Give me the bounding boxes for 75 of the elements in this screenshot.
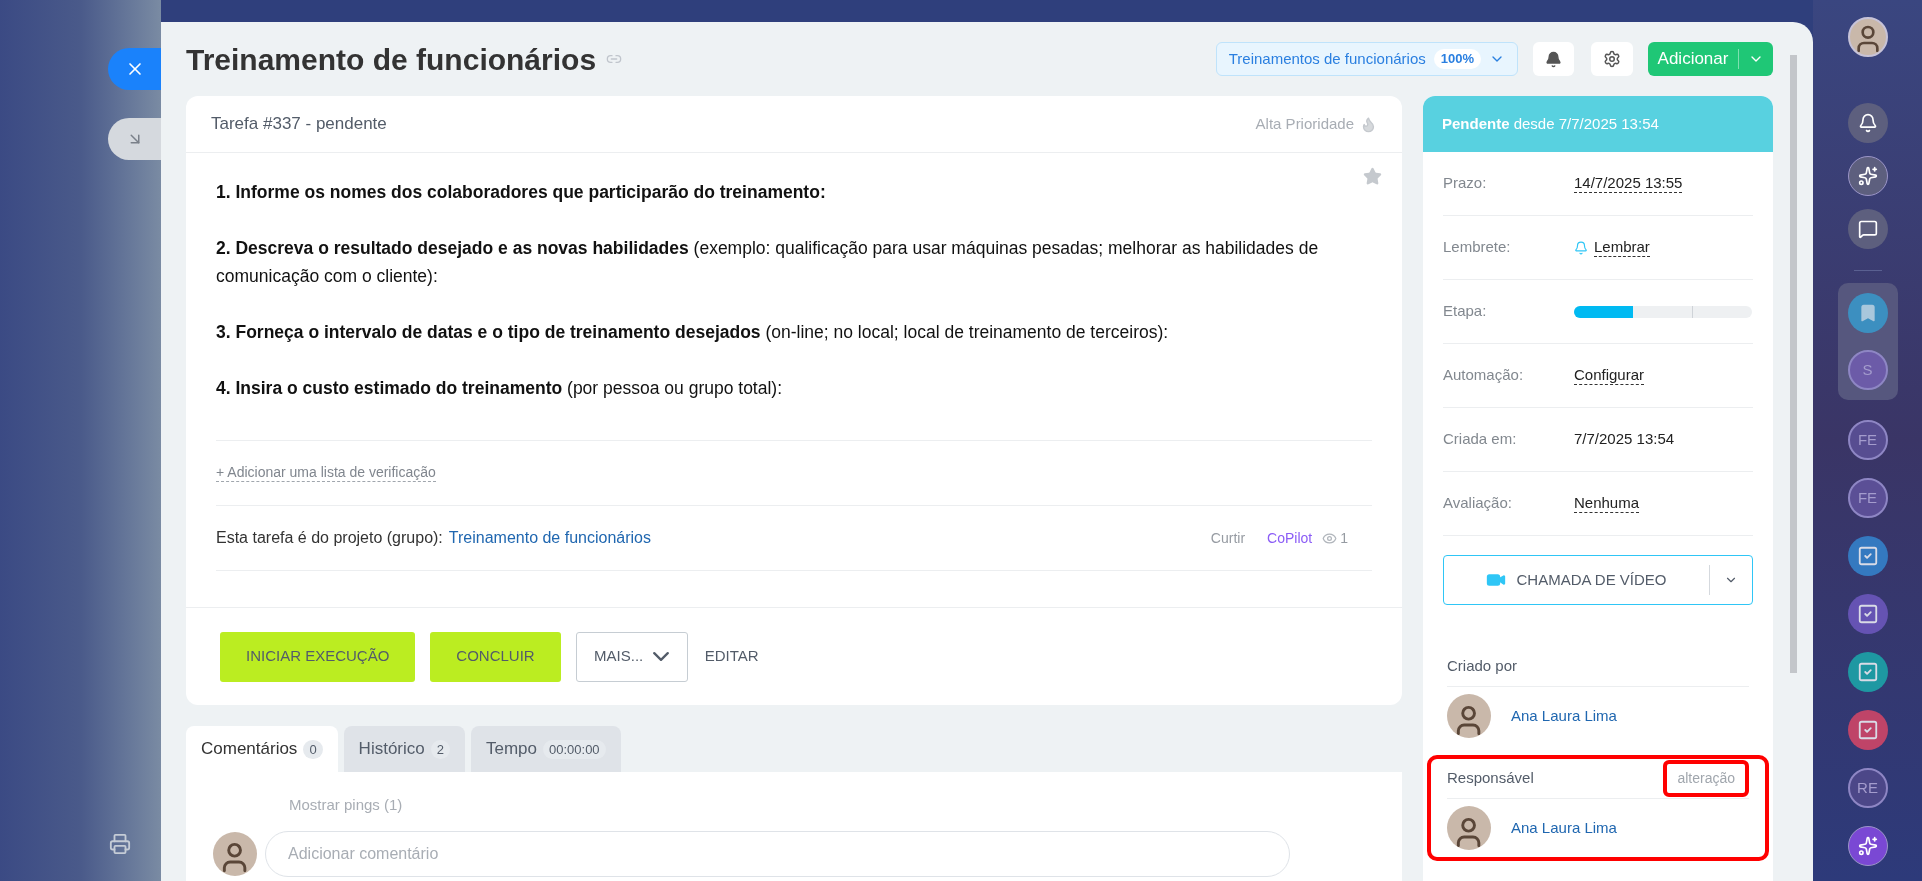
collapse-button[interactable] — [108, 118, 161, 160]
notifications-button[interactable] — [1533, 42, 1574, 76]
notifications-button[interactable] — [1847, 103, 1888, 143]
checkbox-icon — [1856, 603, 1879, 625]
chat-initials[interactable]: RE — [1847, 768, 1888, 808]
field-value: 7/7/2025 13:54 — [1574, 429, 1675, 450]
project-link[interactable]: Treinamento de funcionários — [448, 526, 651, 550]
task-button[interactable] — [1847, 652, 1888, 692]
field-label: Lembrete: — [1443, 237, 1512, 258]
field-label: Avaliação: — [1443, 493, 1513, 514]
star-icon[interactable] — [1363, 167, 1382, 186]
add-checklist-link[interactable]: + Adicionar uma lista de verificação — [216, 463, 436, 483]
video-call-button[interactable]: CHAMADA DE VÍDEO — [1443, 555, 1753, 605]
tab[interactable]: Histórico 2 — [343, 726, 465, 772]
copilot-link[interactable]: CoPilot — [1267, 527, 1313, 549]
close-button[interactable] — [108, 48, 161, 90]
person-name[interactable]: Ana Laura Lima — [1511, 704, 1617, 728]
tab[interactable]: Tempo 00:00:00 — [470, 726, 621, 772]
description-paragraph: 4. Insira o custo estimado do treinamento (por pessoa ou grupo total): — [216, 377, 784, 400]
task-heading: Tarefa #337 - pendente — [211, 113, 387, 136]
copilot-button[interactable] — [1847, 156, 1888, 196]
description-paragraph: 3. Forneça o intervalo de datas e o tipo de treinamento desejados (on-line; no local; local de treinamento de terceiros): — [216, 321, 1170, 344]
checkbox-icon — [1856, 719, 1879, 741]
scrollbar[interactable] — [1789, 55, 1797, 673]
eye-icon — [1322, 530, 1338, 546]
task-button[interactable] — [1847, 710, 1888, 750]
project-name: Treinamentos de funcionários — [1228, 48, 1426, 69]
chevron-icon — [653, 652, 670, 661]
field-label: Automação: — [1443, 365, 1525, 386]
status-banner: Pendente desde 7/7/2025 13:54 — [1423, 96, 1773, 152]
tab[interactable]: Comentários 0 — [186, 726, 338, 772]
chat-button[interactable] — [1847, 209, 1888, 249]
field-label: Etapa: — [1443, 301, 1488, 322]
action-button[interactable]: INICIAR EXECUÇÃO — [220, 631, 416, 682]
field-value[interactable]: 14/7/2025 13:55 — [1574, 173, 1683, 194]
settings-button[interactable] — [1591, 42, 1633, 76]
view-count: 1 — [1340, 528, 1348, 548]
project-label: Esta tarefa é do projeto (grupo): — [216, 528, 443, 548]
description-paragraph: 1. Informe os nomes dos colaboradores que participarão do treinamento: — [216, 181, 827, 204]
checkbox-icon — [1856, 661, 1879, 683]
checkbox-icon — [1856, 545, 1879, 567]
bell-icon — [1574, 240, 1588, 255]
bell-icon — [1545, 50, 1562, 68]
copilot-button[interactable] — [1847, 826, 1888, 866]
field-label: Prazo: — [1443, 173, 1488, 194]
avatar — [1447, 694, 1491, 738]
sparkles-icon — [1857, 836, 1878, 856]
avatar — [1447, 806, 1491, 850]
like-link[interactable]: Curtir — [1210, 527, 1246, 549]
more-button[interactable]: MAIS... — [575, 631, 688, 682]
sparkles-icon — [1857, 166, 1878, 186]
role-label: Criado por — [1447, 656, 1518, 677]
field-value[interactable]: Configurar — [1574, 365, 1645, 386]
field-label: Criada em: — [1443, 429, 1518, 450]
task-button[interactable] — [1847, 536, 1888, 576]
task-button[interactable] — [1847, 594, 1888, 634]
comment-input[interactable]: Adicionar comentário — [265, 830, 1290, 877]
field-value[interactable]: Nenhuma — [1574, 493, 1640, 514]
bell-icon — [1857, 113, 1878, 133]
settings-icon — [1603, 50, 1621, 68]
bookmark-button[interactable] — [1847, 293, 1888, 333]
role-label: Responsável — [1447, 768, 1534, 789]
edit-button[interactable]: EDITAR — [702, 631, 761, 682]
description-paragraph: 2. Descreva o resultado desejado e as novas habilidades (exemplo: qualificação para usar máquinas pesadas; melhorar as habilidades de comunicação com o cliente): — [216, 237, 1320, 288]
user-avatar[interactable] — [1847, 17, 1888, 57]
printer-icon[interactable] — [109, 833, 131, 855]
reminder-link[interactable]: Lembrar — [1594, 237, 1650, 258]
progress-badge: 100% — [1433, 49, 1481, 69]
action-button[interactable]: CONCLUIR — [430, 631, 561, 682]
chat-icon — [1857, 219, 1878, 239]
avatar — [213, 831, 257, 876]
person-name[interactable]: Ana Laura Lima — [1511, 816, 1617, 840]
task-title: Treinamento de funcionários — [186, 41, 597, 78]
project-selector[interactable]: Treinamentos de funcionários 100% — [1215, 42, 1518, 76]
priority-label: Alta Prioridade — [1255, 113, 1354, 134]
